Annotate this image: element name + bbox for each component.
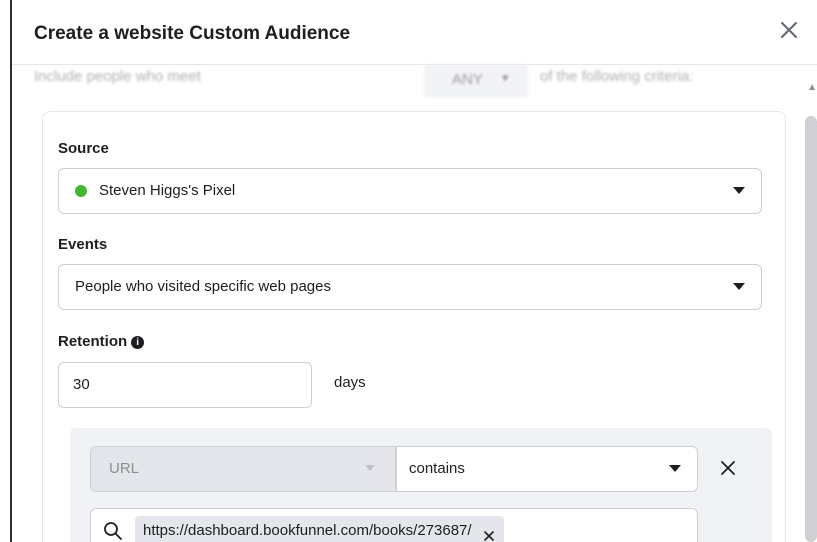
- source-value: Steven Higgs's Pixel: [99, 182, 236, 199]
- retention-label: Retention: [58, 333, 128, 350]
- retention-unit: days: [334, 374, 366, 391]
- chevron-down-icon: ▾: [502, 70, 509, 85]
- any-all-label: ANY: [452, 71, 483, 88]
- events-value: People who visited specific web pages: [75, 278, 331, 295]
- rule-field-value: URL: [109, 460, 140, 477]
- caret-down-icon: [733, 187, 745, 194]
- caret-down-icon: [669, 465, 681, 472]
- scroll-up-arrow-icon[interactable]: ▲: [807, 82, 817, 93]
- rule-operator-select[interactable]: contains: [396, 446, 698, 492]
- remove-rule-icon[interactable]: [718, 458, 738, 478]
- source-label: Source: [58, 140, 109, 157]
- criteria-suffix-text: of the following criteria:: [540, 68, 694, 85]
- dialog-header: Create a website Custom Audience: [12, 0, 817, 65]
- rule-operator-value: contains: [409, 460, 465, 477]
- remove-token-icon[interactable]: [482, 524, 496, 541]
- scrollbar[interactable]: [805, 116, 817, 542]
- retention-value: 30: [73, 376, 90, 393]
- close-icon[interactable]: [777, 18, 801, 42]
- pixel-status-dot: [75, 185, 87, 197]
- custom-audience-dialog: Create a website Custom Audience Include…: [12, 0, 817, 542]
- url-rule-box: URL contains https://dashboard.bookfunne…: [70, 428, 772, 542]
- dialog-title: Create a website Custom Audience: [34, 23, 351, 44]
- url-token-text: https://dashboard.bookfunnel.com/books/2…: [143, 522, 472, 539]
- criteria-prefix-text: Include people who meet: [34, 68, 201, 85]
- any-all-select[interactable]: ANY ▾: [424, 64, 528, 98]
- caret-down-icon: [733, 283, 745, 290]
- url-keyword-input[interactable]: https://dashboard.bookfunnel.com/books/2…: [90, 508, 698, 542]
- criteria-row: Include people who meet ANY ▾ of the fol…: [12, 64, 817, 104]
- events-select[interactable]: People who visited specific web pages: [58, 264, 762, 310]
- retention-label-row: Retention i: [58, 333, 145, 350]
- source-select[interactable]: Steven Higgs's Pixel: [58, 168, 762, 214]
- rule-field-select[interactable]: URL: [90, 446, 396, 492]
- info-icon[interactable]: i: [131, 336, 145, 349]
- caret-down-icon: [365, 465, 375, 471]
- search-icon: [103, 521, 123, 541]
- retention-days-input[interactable]: 30: [58, 362, 312, 408]
- url-token: https://dashboard.bookfunnel.com/books/2…: [135, 516, 504, 542]
- events-label: Events: [58, 236, 108, 253]
